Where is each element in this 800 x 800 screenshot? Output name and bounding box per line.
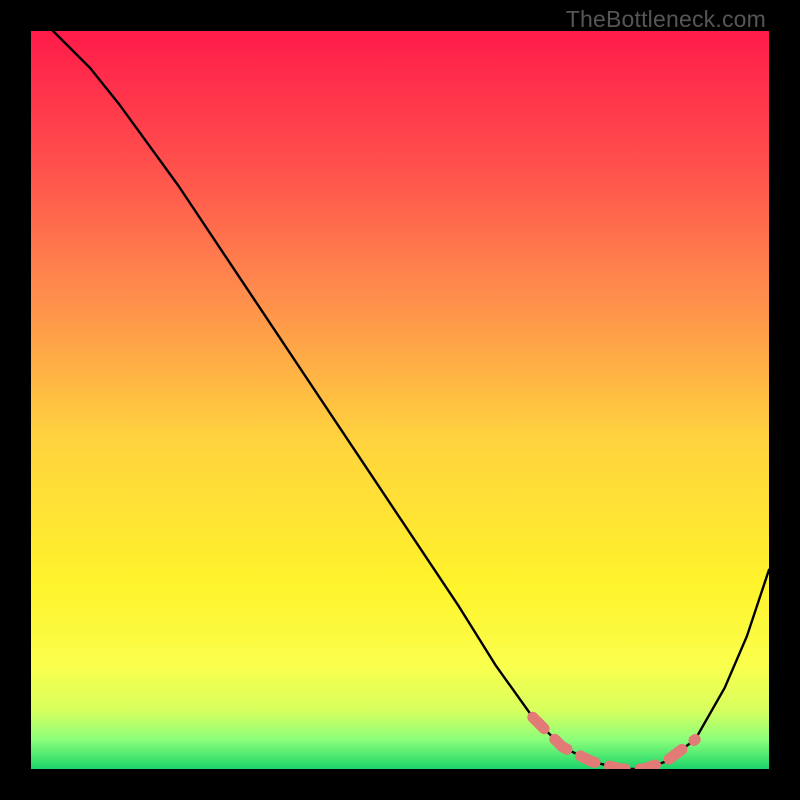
chart-frame: TheBottleneck.com xyxy=(0,0,800,800)
watermark-text: TheBottleneck.com xyxy=(566,6,766,33)
background-gradient xyxy=(31,31,769,769)
plot-area xyxy=(31,31,769,769)
